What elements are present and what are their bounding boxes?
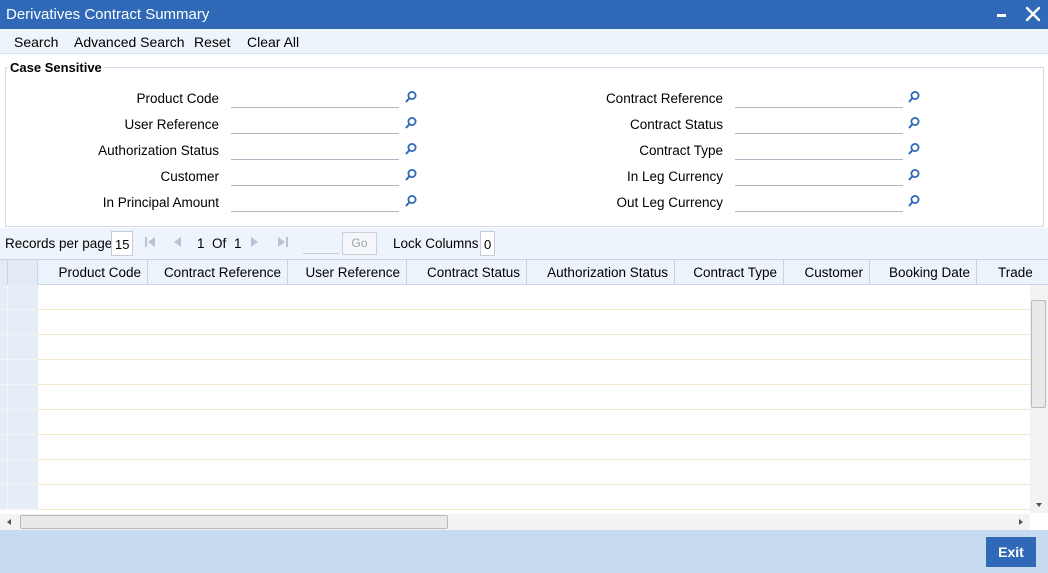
product-code-search-icon[interactable] xyxy=(404,90,418,104)
case-sensitive-legend: Case Sensitive xyxy=(8,60,104,75)
user-reference-input[interactable] xyxy=(231,114,399,134)
out-leg-currency-label: Out Leg Currency xyxy=(616,195,723,210)
row-selector[interactable] xyxy=(0,335,38,360)
product-code-input[interactable] xyxy=(231,88,399,108)
in-leg-currency-input[interactable] xyxy=(735,166,903,186)
records-per-page-select[interactable]: 15 xyxy=(111,231,133,256)
user-reference-label: User Reference xyxy=(124,117,219,132)
records-per-page-label: Records per page xyxy=(5,236,113,251)
previous-page-icon[interactable] xyxy=(171,236,183,248)
go-to-page-input[interactable] xyxy=(303,234,339,254)
title-bar: Derivatives Contract Summary xyxy=(0,0,1048,29)
in-principal-amount-label: In Principal Amount xyxy=(102,195,219,210)
of-label: Of xyxy=(212,236,227,251)
column-header-customer[interactable]: Customer xyxy=(784,260,870,285)
current-page-number: 1 xyxy=(197,236,205,251)
last-page-icon[interactable] xyxy=(277,236,289,248)
lock-columns-select[interactable]: 0 xyxy=(480,231,495,256)
select-all-header[interactable] xyxy=(0,260,38,285)
row-selector[interactable] xyxy=(0,360,38,385)
column-header-booking-date[interactable]: Booking Date xyxy=(870,260,977,285)
row-divider xyxy=(38,359,1030,360)
window-title: Derivatives Contract Summary xyxy=(6,6,210,23)
search-button[interactable]: Search xyxy=(14,34,58,50)
row-selector[interactable] xyxy=(0,285,38,310)
column-header-contract-status[interactable]: Contract Status xyxy=(407,260,527,285)
authorization-status-input[interactable] xyxy=(231,140,399,160)
column-header-user-reference[interactable]: User Reference xyxy=(288,260,407,285)
row-divider xyxy=(38,434,1030,435)
row-divider xyxy=(38,459,1030,460)
contract-reference-input[interactable] xyxy=(735,88,903,108)
footer-bar xyxy=(0,530,1048,573)
go-button[interactable]: Go xyxy=(342,232,377,255)
advanced-search-button[interactable]: Advanced Search xyxy=(74,34,185,50)
row-divider xyxy=(38,484,1030,485)
row-divider xyxy=(38,334,1030,335)
column-header-authorization-status[interactable]: Authorization Status xyxy=(527,260,675,285)
contract-status-search-icon[interactable] xyxy=(907,116,921,130)
first-page-icon[interactable] xyxy=(144,236,156,248)
pagination-bar: Records per page 15 1 Of 1 Go Lock Colum… xyxy=(0,228,1048,259)
scroll-right-icon[interactable] xyxy=(1016,517,1026,527)
lock-columns-label: Lock Columns xyxy=(393,236,479,251)
horizontal-scroll-thumb[interactable] xyxy=(20,515,448,529)
scroll-left-icon[interactable] xyxy=(4,517,14,527)
column-header-trade[interactable]: Trade xyxy=(977,260,1048,285)
row-selector[interactable] xyxy=(0,460,38,485)
reset-button[interactable]: Reset xyxy=(194,34,231,50)
product-code-label: Product Code xyxy=(136,91,219,106)
customer-search-icon[interactable] xyxy=(404,168,418,182)
contract-reference-label: Contract Reference xyxy=(605,91,723,106)
contract-type-label: Contract Type xyxy=(639,143,723,158)
in-principal-amount-search-icon[interactable] xyxy=(404,194,418,208)
row-divider xyxy=(38,509,1030,510)
authorization-status-search-icon[interactable] xyxy=(404,142,418,156)
out-leg-currency-search-icon[interactable] xyxy=(907,194,921,208)
vertical-scroll-thumb[interactable] xyxy=(1031,300,1046,408)
row-selector[interactable] xyxy=(0,485,38,510)
customer-input[interactable] xyxy=(231,166,399,186)
column-header-contract-reference[interactable]: Contract Reference xyxy=(148,260,288,285)
results-grid: Product Code Contract Reference User Ref… xyxy=(0,259,1048,530)
total-pages-number: 1 xyxy=(234,236,242,251)
grid-header: Product Code Contract Reference User Ref… xyxy=(0,260,1048,285)
in-leg-currency-label: In Leg Currency xyxy=(626,169,723,184)
customer-label: Customer xyxy=(160,169,219,184)
contract-status-label: Contract Status xyxy=(629,117,723,132)
row-divider xyxy=(38,409,1030,410)
row-selector[interactable] xyxy=(0,435,38,460)
in-principal-amount-input[interactable] xyxy=(231,192,399,212)
authorization-status-label: Authorization Status xyxy=(98,143,219,158)
row-divider xyxy=(38,384,1030,385)
user-reference-search-icon[interactable] xyxy=(404,116,418,130)
contract-status-input[interactable] xyxy=(735,114,903,134)
row-selector[interactable] xyxy=(0,410,38,435)
contract-type-input[interactable] xyxy=(735,140,903,160)
contract-type-search-icon[interactable] xyxy=(907,142,921,156)
toolbar: Search Advanced Search Reset Clear All xyxy=(0,29,1048,54)
in-leg-currency-search-icon[interactable] xyxy=(907,168,921,182)
minimize-icon[interactable] xyxy=(994,6,1008,22)
close-icon[interactable] xyxy=(1024,4,1042,24)
row-selector[interactable] xyxy=(0,385,38,410)
column-header-contract-type[interactable]: Contract Type xyxy=(675,260,784,285)
clear-all-button[interactable]: Clear All xyxy=(247,34,299,50)
contract-reference-search-icon[interactable] xyxy=(907,90,921,104)
scroll-down-icon[interactable] xyxy=(1034,500,1044,510)
exit-button[interactable]: Exit xyxy=(986,537,1036,567)
next-page-icon[interactable] xyxy=(249,236,261,248)
out-leg-currency-input[interactable] xyxy=(735,192,903,212)
row-divider xyxy=(38,309,1030,310)
row-selector[interactable] xyxy=(0,310,38,335)
column-header-product-code[interactable]: Product Code xyxy=(38,260,148,285)
